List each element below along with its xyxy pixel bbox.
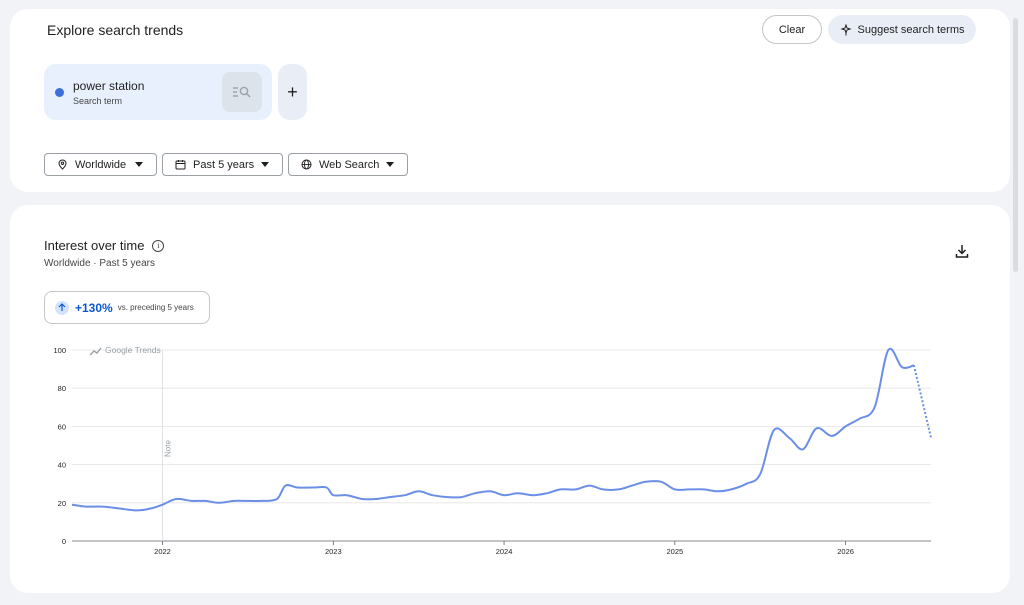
x-tick-label: 2023: [325, 547, 342, 556]
x-tick-label: 2022: [154, 547, 171, 556]
suggest-search-terms-button[interactable]: Suggest search terms: [828, 15, 976, 44]
y-tick-label: 60: [58, 422, 66, 431]
term-search-button[interactable]: [222, 72, 262, 112]
series-line: [71, 347, 915, 512]
sparkle-bulb-icon: [839, 23, 852, 35]
list-search-icon: [233, 86, 251, 98]
y-tick-label: 20: [58, 499, 66, 508]
y-tick-label: 40: [58, 461, 66, 470]
add-search-term-button[interactable]: +: [278, 64, 307, 120]
chevron-down-icon: [261, 162, 269, 167]
term-type: Search term: [73, 96, 123, 106]
time-range-filter-label: Past 5 years: [193, 158, 255, 171]
chevron-down-icon: [135, 162, 143, 167]
y-tick-label: 80: [58, 384, 66, 393]
globe-icon: [301, 159, 312, 170]
clear-button[interactable]: Clear: [762, 15, 822, 44]
suggest-search-terms-label: Suggest search terms: [857, 23, 965, 36]
interest-over-time-panel: Interest over time i Worldwide · Past 5 …: [10, 205, 1010, 593]
y-tick-label: 0: [62, 537, 66, 546]
calendar-icon: [175, 159, 186, 170]
location-pin-icon: [57, 159, 68, 170]
time-range-filter[interactable]: Past 5 years: [162, 153, 283, 176]
page-scrollbar[interactable]: [1013, 18, 1018, 272]
chevron-down-icon: [386, 162, 394, 167]
explore-panel: Explore search trends Clear Suggest sear…: [10, 9, 1010, 192]
x-tick-label: 2026: [837, 547, 854, 556]
search-term-chip[interactable]: power station Search term: [44, 64, 272, 120]
series-line-partial: [912, 365, 932, 439]
term-color-dot: [55, 88, 64, 97]
page-title: Explore search trends: [47, 22, 184, 38]
location-filter[interactable]: Worldwide: [44, 153, 157, 176]
search-property-filter-label: Web Search: [319, 158, 380, 171]
x-tick-label: 2024: [496, 547, 513, 556]
interest-line-chart: 0 20 40 60 80 100 2022 2023 2024 2025 2026 Note Goog…: [53, 345, 932, 556]
search-property-filter[interactable]: Web Search: [288, 153, 408, 176]
x-tick-label: 2025: [666, 547, 683, 556]
note-label: Note: [164, 440, 173, 457]
trends-watermark: Google Trends: [105, 345, 161, 355]
trends-logo-icon: [89, 347, 102, 356]
term-name: power station: [73, 79, 145, 93]
location-filter-label: Worldwide: [75, 158, 127, 171]
y-tick-label: 100: [53, 346, 66, 355]
